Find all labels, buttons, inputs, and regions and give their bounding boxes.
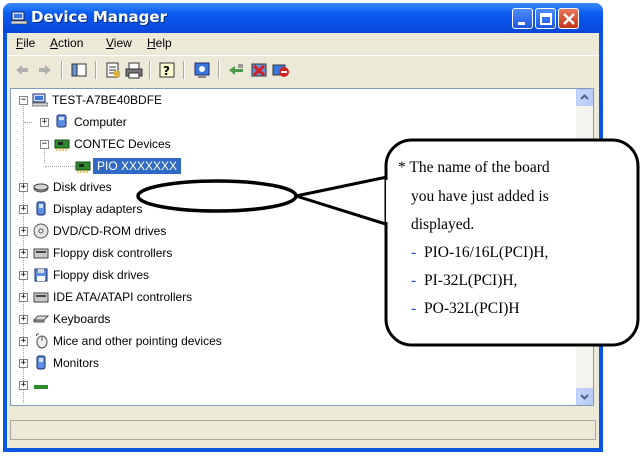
callout-line1: * The name of the board [398, 159, 550, 176]
callout-dash: - [411, 300, 416, 317]
callout-line6: PO-32L(PCI)H [424, 300, 520, 317]
callout-line4: PIO-16/16L(PCI)H, [424, 244, 548, 261]
callout-overlay: * The name of the board you have just ad… [136, 138, 640, 347]
callout-line5: PI-32L(PCI)H, [424, 272, 517, 289]
callout-dash: - [411, 244, 416, 261]
highlight-ellipse [136, 179, 298, 213]
callout-line2: you have just added is [411, 188, 549, 205]
callout-line3: displayed. [411, 216, 474, 233]
callout-dash: - [411, 272, 416, 289]
